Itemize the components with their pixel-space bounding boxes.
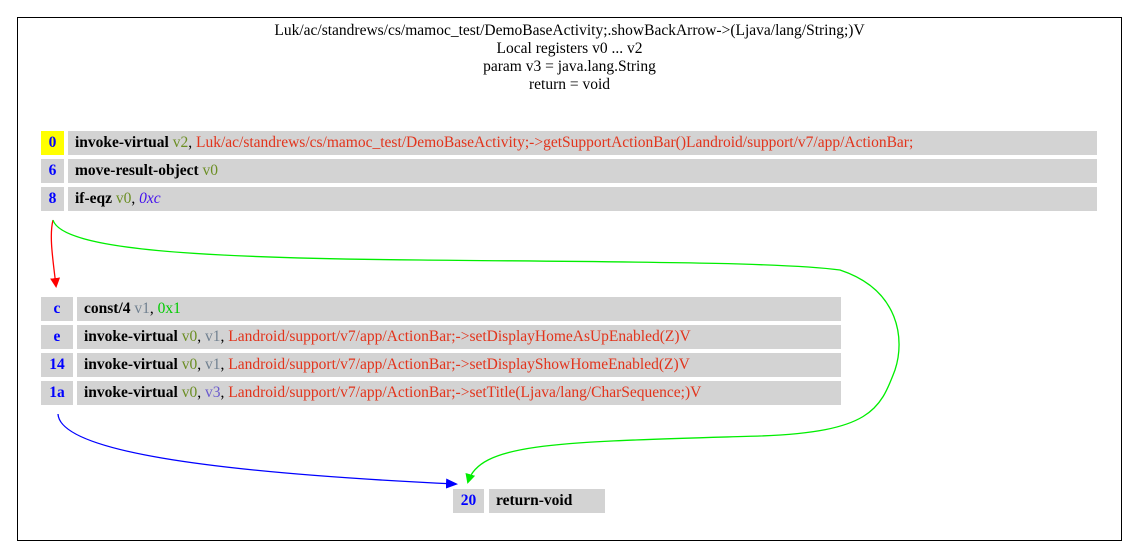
method-reference: Landroid/support/v7/app/ActionBar;->setD… — [228, 356, 690, 373]
instruction-text: invoke-virtual v2, Luk/ac/standrews/cs/m… — [68, 131, 1097, 155]
opcode: invoke-virtual — [75, 134, 169, 151]
address-label: 1a — [41, 381, 73, 405]
opcode: if-eqz — [75, 190, 113, 207]
method-reference: Luk/ac/standrews/cs/mamoc_test/DemoBaseA… — [196, 134, 914, 151]
instruction-text: if-eqz v0, 0xc — [68, 187, 1097, 211]
register-operand: v0 — [181, 328, 198, 345]
edge-goto-blue — [57, 413, 458, 489]
opcode: invoke-virtual — [84, 328, 178, 345]
register-operand: v1 — [205, 356, 221, 373]
instruction-text: invoke-virtual v0, v1, Landroid/support/… — [77, 353, 841, 377]
opcode: invoke-virtual — [84, 384, 178, 401]
opcode: return-void — [496, 492, 573, 509]
instruction-text: const/4 v1, 0x1 — [77, 297, 841, 321]
register-operand: v3 — [205, 384, 221, 401]
address-label: c — [41, 297, 73, 321]
method-reference: Landroid/support/v7/app/ActionBar;->setD… — [228, 328, 691, 345]
opcode: invoke-virtual — [84, 356, 178, 373]
register-operand: v0 — [202, 162, 219, 179]
register-operand: v0 — [181, 384, 198, 401]
address-label: e — [41, 325, 73, 349]
register-operand: v1 — [134, 300, 150, 317]
address-label: 0 — [41, 131, 64, 155]
register-operand: v1 — [205, 328, 221, 345]
instruction-text: invoke-virtual v0, v1, Landroid/support/… — [77, 325, 841, 349]
literal-operand: 0x1 — [157, 300, 181, 317]
edge-branch-green — [52, 219, 900, 484]
branch-offset: 0xc — [139, 190, 161, 207]
instruction-text: invoke-virtual v0, v3, Landroid/support/… — [77, 381, 841, 405]
register-operand: v0 — [181, 356, 198, 373]
address-label: 6 — [41, 159, 64, 183]
register-operand: v0 — [115, 190, 132, 207]
opcode: move-result-object — [75, 162, 199, 179]
instruction-text: return-void — [489, 489, 605, 513]
method-reference: Landroid/support/v7/app/ActionBar;->setT… — [228, 384, 702, 401]
address-label: 14 — [41, 353, 73, 377]
opcode: const/4 — [84, 300, 131, 317]
edge-fallthrough-red — [50, 219, 61, 288]
register-operand: v2 — [172, 134, 189, 151]
edges-layer — [50, 219, 900, 489]
instruction-text: move-result-object v0 — [68, 159, 1097, 183]
address-label: 8 — [41, 187, 64, 211]
address-label: 20 — [453, 489, 484, 513]
